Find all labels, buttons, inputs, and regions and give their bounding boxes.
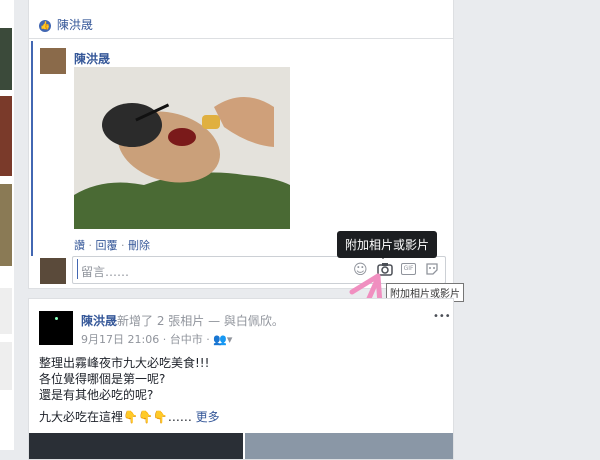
reply-link[interactable]: 回覆 [96, 239, 118, 252]
avatar[interactable] [40, 48, 66, 74]
post-line: 整理出霧峰夜市九大必吃美食!!! [39, 356, 210, 370]
more-options-icon[interactable]: ••• [433, 311, 451, 322]
delete-link[interactable]: 刪除 [128, 239, 150, 252]
thumbnail[interactable] [0, 288, 12, 334]
left-column [0, 0, 14, 450]
like-icon: 👍 [39, 19, 51, 32]
post-meta: 9月17日 21:06 · 台中市 · 👥▾ [81, 333, 233, 346]
post-card: 陳洪晟新增了 2 張相片 — 與白佩欣。 9月17日 21:06 · 台中市 ·… [28, 298, 454, 460]
post-avatar[interactable] [39, 311, 73, 345]
composer-avatar [40, 258, 66, 284]
post-extra: 九大必吃在這裡👇👇👇…… [39, 410, 192, 424]
privacy-icon[interactable]: 👥▾ [213, 333, 232, 346]
sticker-icon[interactable] [425, 262, 439, 279]
post-header: 陳洪晟新增了 2 張相片 — 與白佩欣。 [81, 314, 284, 328]
see-more-link[interactable]: 更多 [196, 410, 220, 424]
comment-author[interactable]: 陳洪晟 [74, 50, 110, 67]
comment-photo[interactable] [74, 67, 290, 229]
photo-person [74, 67, 290, 229]
post-line: 各位覺得哪個是第一呢? [39, 372, 166, 386]
post-author[interactable]: 陳洪晟 [81, 314, 117, 328]
liked-row: 👍 陳洪晟 [39, 16, 93, 33]
gif-icon[interactable]: GIF [401, 263, 416, 275]
post-action: 新增了 2 張相片 — 與白佩欣 [117, 314, 272, 328]
comment-placeholder: 留言…… [81, 265, 130, 279]
thumbnail[interactable] [0, 28, 12, 90]
post-body: 整理出霧峰夜市九大必吃美食!!! 各位覺得哪個是第一呢? 還是有其他必吃的呢? … [39, 355, 220, 425]
post-photo[interactable] [245, 433, 453, 459]
post-line: 還是有其他必吃的呢? [39, 388, 154, 402]
tooltip-caret [378, 254, 388, 259]
post-location[interactable]: 台中市 [170, 333, 203, 346]
text-cursor [77, 259, 78, 279]
comment-focus-bar [31, 41, 33, 256]
comment-actions: 讚 · 回覆 · 刪除 [74, 239, 150, 252]
like-link[interactable]: 讚 [74, 239, 85, 252]
thumbnail[interactable] [0, 184, 12, 266]
post-date[interactable]: 9月17日 21:06 [81, 333, 159, 346]
liked-name[interactable]: 陳洪晟 [57, 18, 93, 32]
post-photo[interactable] [29, 433, 243, 459]
thumbnail[interactable] [0, 342, 12, 390]
thumbnail[interactable] [0, 96, 12, 176]
